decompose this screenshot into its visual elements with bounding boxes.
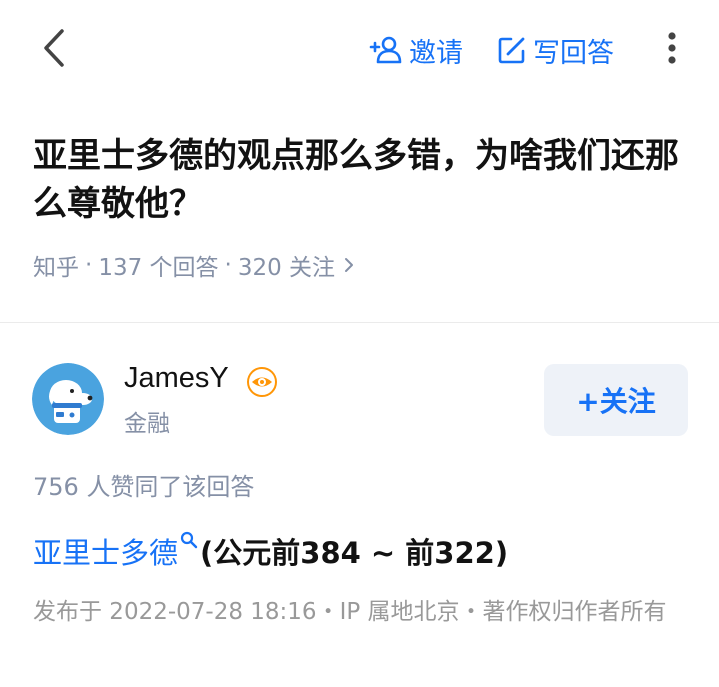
publish-info: 发布于 2022-07-28 18:16・IP 属地北京・著作权归作者所有 [33, 599, 667, 625]
author-name[interactable]: JamesY [124, 362, 229, 395]
chevron-left-icon [44, 29, 64, 67]
avatar[interactable] [32, 363, 104, 435]
top-bar: 邀请 写回答 [0, 0, 719, 96]
search-icon[interactable] [180, 531, 198, 549]
keyword-link[interactable]: 亚里士多德 [33, 530, 178, 572]
source-label: 知乎 [33, 255, 79, 281]
divider [0, 322, 719, 323]
eye-badge-icon [247, 367, 277, 397]
more-vertical-icon [668, 32, 676, 64]
followers-count: 320 关注 [237, 255, 336, 281]
invite-button[interactable]: 邀请 [369, 30, 463, 70]
dog-avatar-icon [32, 363, 104, 435]
follow-button[interactable]: +关注 [544, 364, 688, 436]
add-user-icon [369, 36, 402, 64]
answers-count: 137 个回答 [98, 255, 219, 281]
write-answer-button[interactable]: 写回答 [497, 30, 614, 70]
more-button[interactable] [660, 28, 684, 68]
invite-label: 邀请 [409, 37, 463, 69]
author-tag: 金融 [124, 411, 170, 437]
question-title[interactable]: 亚里士多德的观点那么多错，为啥我们还那么尊敬他？ [33, 132, 693, 228]
back-button[interactable] [38, 26, 74, 70]
answer-content: 亚里士多德 (公元前384 ~ 前322) [33, 529, 508, 573]
edit-icon [498, 37, 525, 64]
answer-text: (公元前384 ~ 前322) [200, 536, 509, 570]
vote-count: 756 人赞同了该回答 [33, 473, 255, 501]
chevron-right-icon [345, 258, 354, 272]
question-meta[interactable]: 知乎 · 137 个回答 · 320 关注 [33, 249, 355, 281]
separator: · [85, 252, 93, 278]
separator: · [224, 252, 232, 278]
write-answer-label: 写回答 [533, 37, 614, 69]
